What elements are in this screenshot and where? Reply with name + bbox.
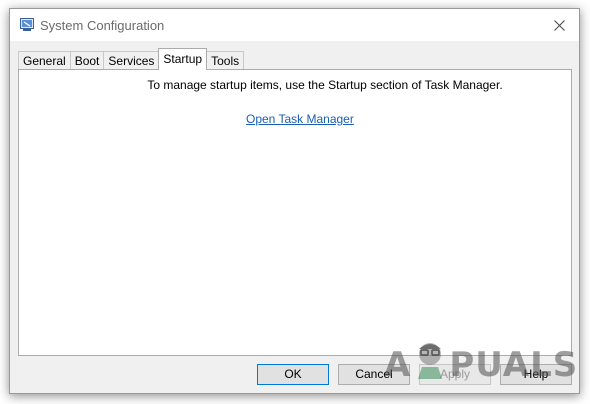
close-icon (553, 19, 565, 31)
startup-panel: To manage startup items, use the Startup… (18, 69, 572, 356)
msconfig-icon (20, 18, 34, 31)
tab-startup[interactable]: Startup (158, 48, 208, 70)
tab-boot[interactable]: Boot (69, 51, 105, 70)
cancel-button[interactable]: Cancel (338, 364, 410, 385)
startup-message: To manage startup items, use the Startup… (147, 78, 503, 92)
tab-services[interactable]: Services (103, 51, 160, 70)
tab-strip: General Boot Services Startup Tools (18, 48, 245, 70)
open-task-manager-link[interactable]: Open Task Manager (246, 112, 354, 126)
title-bar[interactable]: System Configuration (10, 9, 579, 41)
ok-button[interactable]: OK (257, 364, 329, 385)
close-button[interactable] (539, 9, 579, 41)
tab-general[interactable]: General (18, 51, 71, 70)
apply-button[interactable]: Apply (419, 364, 491, 385)
window-title: System Configuration (40, 18, 165, 33)
tab-tools[interactable]: Tools (206, 51, 245, 70)
system-configuration-window: System Configuration General Boot Servic… (9, 8, 580, 394)
help-button[interactable]: Help (500, 364, 572, 385)
